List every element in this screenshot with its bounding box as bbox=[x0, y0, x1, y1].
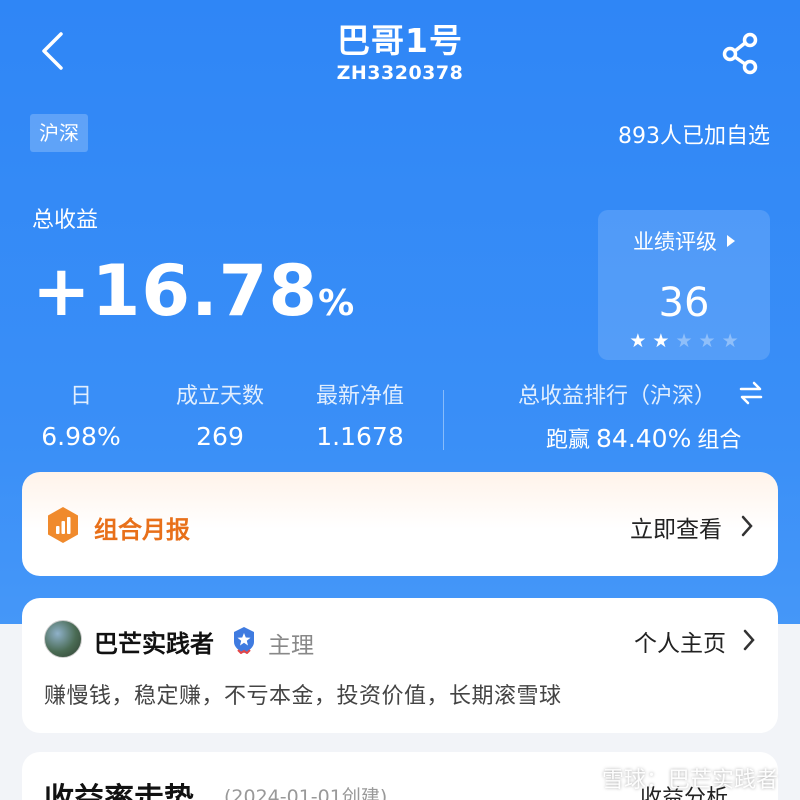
watermark: 雪球：巴芒实践者 bbox=[570, 762, 778, 794]
stat-label-day: 日 bbox=[69, 384, 92, 409]
play-arrow-icon bbox=[727, 235, 735, 247]
trend-created-date: (2024-01-01创建) bbox=[224, 786, 388, 800]
watermark-text: 雪球：巴芒实践者 bbox=[601, 768, 778, 793]
total-return-value: +16.78% bbox=[32, 250, 355, 345]
rank-prefix: 跑赢 bbox=[546, 428, 591, 453]
performance-rating-card[interactable]: 业绩评级 36 ★ ★ ★ ★ ★ bbox=[598, 210, 770, 360]
rating-stars: ★ ★ ★ ★ ★ bbox=[598, 330, 770, 352]
portfolio-code: ZH3320378 bbox=[336, 62, 464, 84]
stat-value-days: 269 bbox=[196, 422, 244, 451]
total-return-label: 总收益 bbox=[32, 208, 99, 233]
star-filled-icon: ★ bbox=[629, 330, 647, 352]
chevron-right-icon bbox=[741, 515, 753, 537]
report-view-link[interactable]: 立即查看 bbox=[630, 510, 722, 544]
share-icon bbox=[722, 32, 758, 75]
rating-title-row: 业绩评级 bbox=[598, 226, 770, 256]
portfolio-title: 巴哥1号 bbox=[337, 21, 463, 60]
report-chart-icon bbox=[48, 507, 78, 543]
trend-title: 收益率走势 bbox=[44, 782, 194, 800]
star-empty-icon: ★ bbox=[721, 330, 739, 352]
star-empty-icon: ★ bbox=[698, 330, 716, 352]
rank-label: 总收益排行（沪深） bbox=[518, 384, 717, 409]
stat-value-day: 6.98% bbox=[41, 422, 121, 451]
rating-title: 业绩评级 bbox=[633, 230, 717, 254]
stat-value-nav: 1.1678 bbox=[316, 422, 404, 451]
swap-button[interactable] bbox=[738, 380, 764, 406]
stat-label-days: 成立天数 bbox=[175, 384, 264, 409]
share-button[interactable] bbox=[718, 30, 764, 76]
avatar[interactable] bbox=[44, 620, 82, 658]
manager-name[interactable]: 巴芒实践者 bbox=[94, 624, 214, 659]
profile-link[interactable]: 个人主页 bbox=[634, 624, 726, 658]
stats-divider bbox=[443, 390, 444, 450]
verified-badge-icon bbox=[234, 627, 254, 654]
total-return-unit: % bbox=[318, 283, 356, 324]
snowball-logo-icon bbox=[571, 766, 595, 790]
swap-arrows-icon bbox=[739, 381, 763, 405]
rank-value: 跑赢 84.40% 组合 bbox=[546, 422, 741, 454]
manager-role: 主理 bbox=[268, 633, 314, 659]
star-filled-icon: ★ bbox=[652, 330, 670, 352]
rating-score: 36 bbox=[658, 280, 710, 326]
chevron-right-icon bbox=[743, 629, 755, 651]
market-tag: 沪深 bbox=[30, 114, 88, 152]
manager-description: 赚慢钱，稳定赚，不亏本金，投资价值，长期滚雪球 bbox=[44, 684, 562, 709]
stat-label-nav: 最新净值 bbox=[315, 384, 404, 409]
report-title: 组合月报 bbox=[94, 516, 190, 544]
followers-count: 893人已加自选 bbox=[618, 124, 770, 149]
manager-card: 巴芒实践者 主理 个人主页 赚慢钱，稳定赚，不亏本金，投资价值，长期滚雪球 bbox=[22, 598, 778, 733]
total-return-number: +16.78 bbox=[32, 250, 319, 332]
rank-percent: 84.40% bbox=[596, 424, 692, 453]
monthly-report-card[interactable]: 组合月报 立即查看 bbox=[22, 472, 778, 576]
star-empty-icon: ★ bbox=[675, 330, 693, 352]
rank-suffix: 组合 bbox=[697, 428, 742, 453]
